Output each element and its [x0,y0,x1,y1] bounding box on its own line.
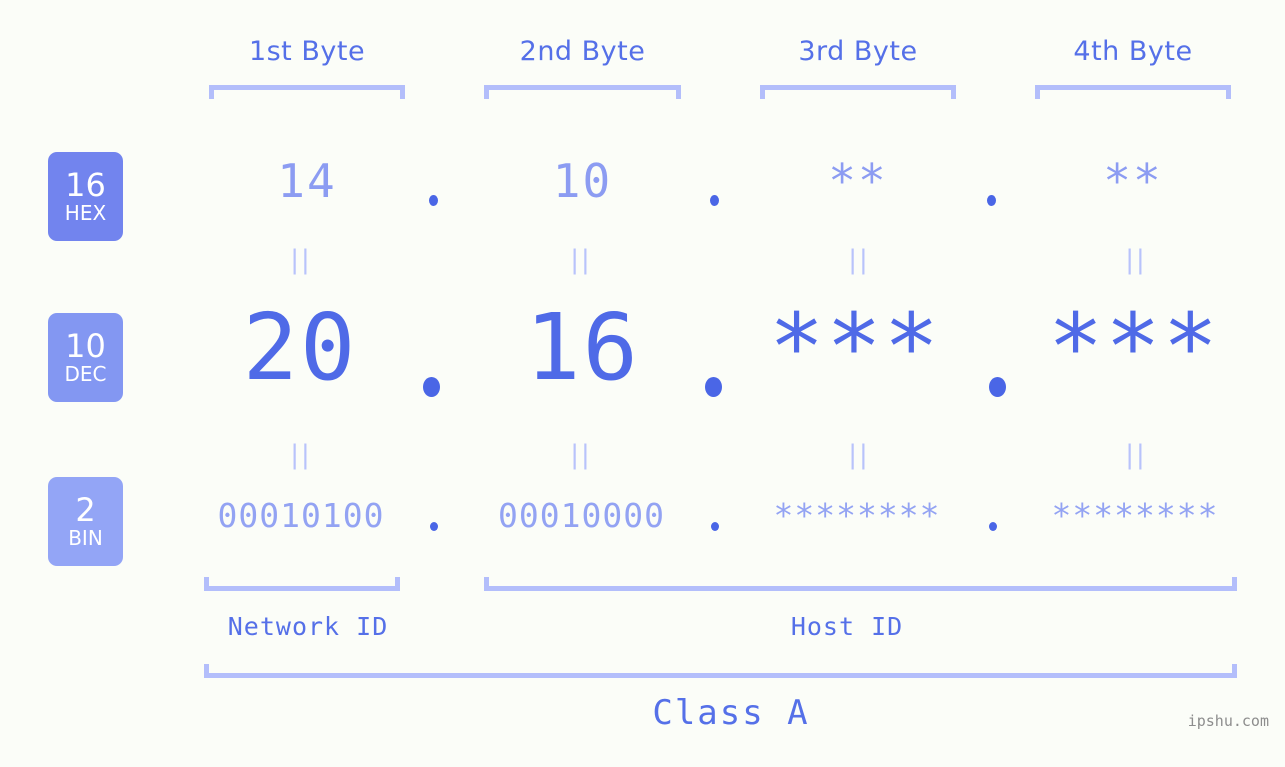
base-badge-dec: 10 DEC [48,313,123,402]
hex-octet-3: ** [828,154,888,208]
hex-separator-dot-2 [710,195,719,206]
class-bracket [204,664,1237,678]
bin-separator-dot-2 [711,522,719,531]
base-badge-dec-number: 10 [65,326,106,365]
dec-separator-dot-2 [705,377,722,397]
hex-separator-dot-1 [429,195,438,206]
dec-octet-1: 20 [242,294,358,401]
equals-marker-hex-dec-3: || [848,245,870,275]
bin-separator-dot-1 [430,522,438,531]
equals-marker-dec-bin-3: || [848,440,870,470]
base-badge-hex-number: 16 [65,165,106,204]
hex-octet-2: 10 [552,154,613,208]
host-id-bracket [484,577,1237,591]
equals-marker-dec-bin-2: || [570,440,592,470]
dec-octet-2: 16 [525,294,640,401]
network-id-label: Network ID [227,612,389,641]
byte-header-4: 4th Byte [1073,36,1193,67]
hex-octet-4: ** [1103,154,1163,208]
bin-separator-dot-3 [989,522,997,531]
base-badge-dec-label: DEC [64,361,107,386]
base-badge-hex-label: HEX [64,200,107,225]
base-badge-hex: 16 HEX [48,152,123,241]
bin-octet-2: 00010000 [498,496,665,535]
ip-address-diagram: 1st Byte 2nd Byte 3rd Byte 4th Byte 16 H… [0,0,1285,767]
equals-marker-dec-bin-1: || [290,440,312,470]
base-badge-bin: 2 BIN [48,477,123,566]
hex-octet-1: 14 [277,154,337,208]
byte-bracket-3 [760,85,956,99]
equals-marker-hex-dec-1: || [290,245,312,275]
base-badge-bin-label: BIN [68,525,103,550]
equals-marker-hex-dec-4: || [1125,245,1147,275]
base-badge-bin-number: 2 [75,490,96,529]
dec-octet-4: *** [1047,294,1221,401]
class-label: Class A [652,693,810,733]
byte-header-2: 2nd Byte [519,36,646,67]
site-watermark: ipshu.com [1187,712,1269,730]
bin-octet-3: ******** [773,496,941,535]
equals-marker-dec-bin-4: || [1125,440,1147,470]
host-id-label: Host ID [790,612,904,641]
equals-marker-hex-dec-2: || [570,245,592,275]
byte-header-3: 3rd Byte [798,36,918,67]
byte-bracket-1 [209,85,405,99]
byte-bracket-4 [1035,85,1231,99]
dec-separator-dot-3 [989,377,1006,397]
byte-bracket-2 [484,85,681,99]
bin-octet-1: 00010100 [217,496,385,535]
dec-octet-3: *** [768,294,942,401]
network-id-bracket [204,577,400,591]
byte-header-1: 1st Byte [248,36,366,67]
hex-separator-dot-3 [987,195,996,206]
bin-octet-4: ******** [1051,496,1219,535]
dec-separator-dot-1 [423,377,440,397]
